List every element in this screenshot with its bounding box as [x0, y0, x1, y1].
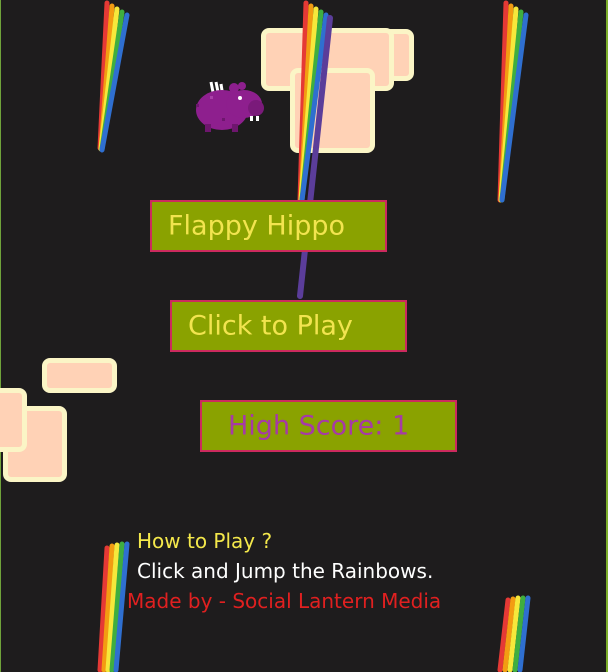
cloud [0, 388, 27, 452]
game-canvas[interactable]: Flappy Hippo Click to Play High Score: 1… [0, 0, 610, 672]
play-button-label: Click to Play [188, 310, 353, 342]
play-button[interactable]: Click to Play [170, 300, 407, 352]
how-to-play-title: How to Play ? [137, 529, 273, 553]
title-banner: Flappy Hippo [150, 200, 387, 252]
how-to-play-text: Click and Jump the Rainbows. [137, 559, 434, 583]
credit-text: Made by - Social Lantern Media [127, 589, 442, 613]
game-title: Flappy Hippo [168, 210, 346, 242]
high-score-panel: High Score: 1 [200, 400, 457, 452]
cloud [42, 358, 117, 393]
cloud [290, 68, 375, 153]
high-score-label: High Score: 1 [228, 410, 410, 442]
